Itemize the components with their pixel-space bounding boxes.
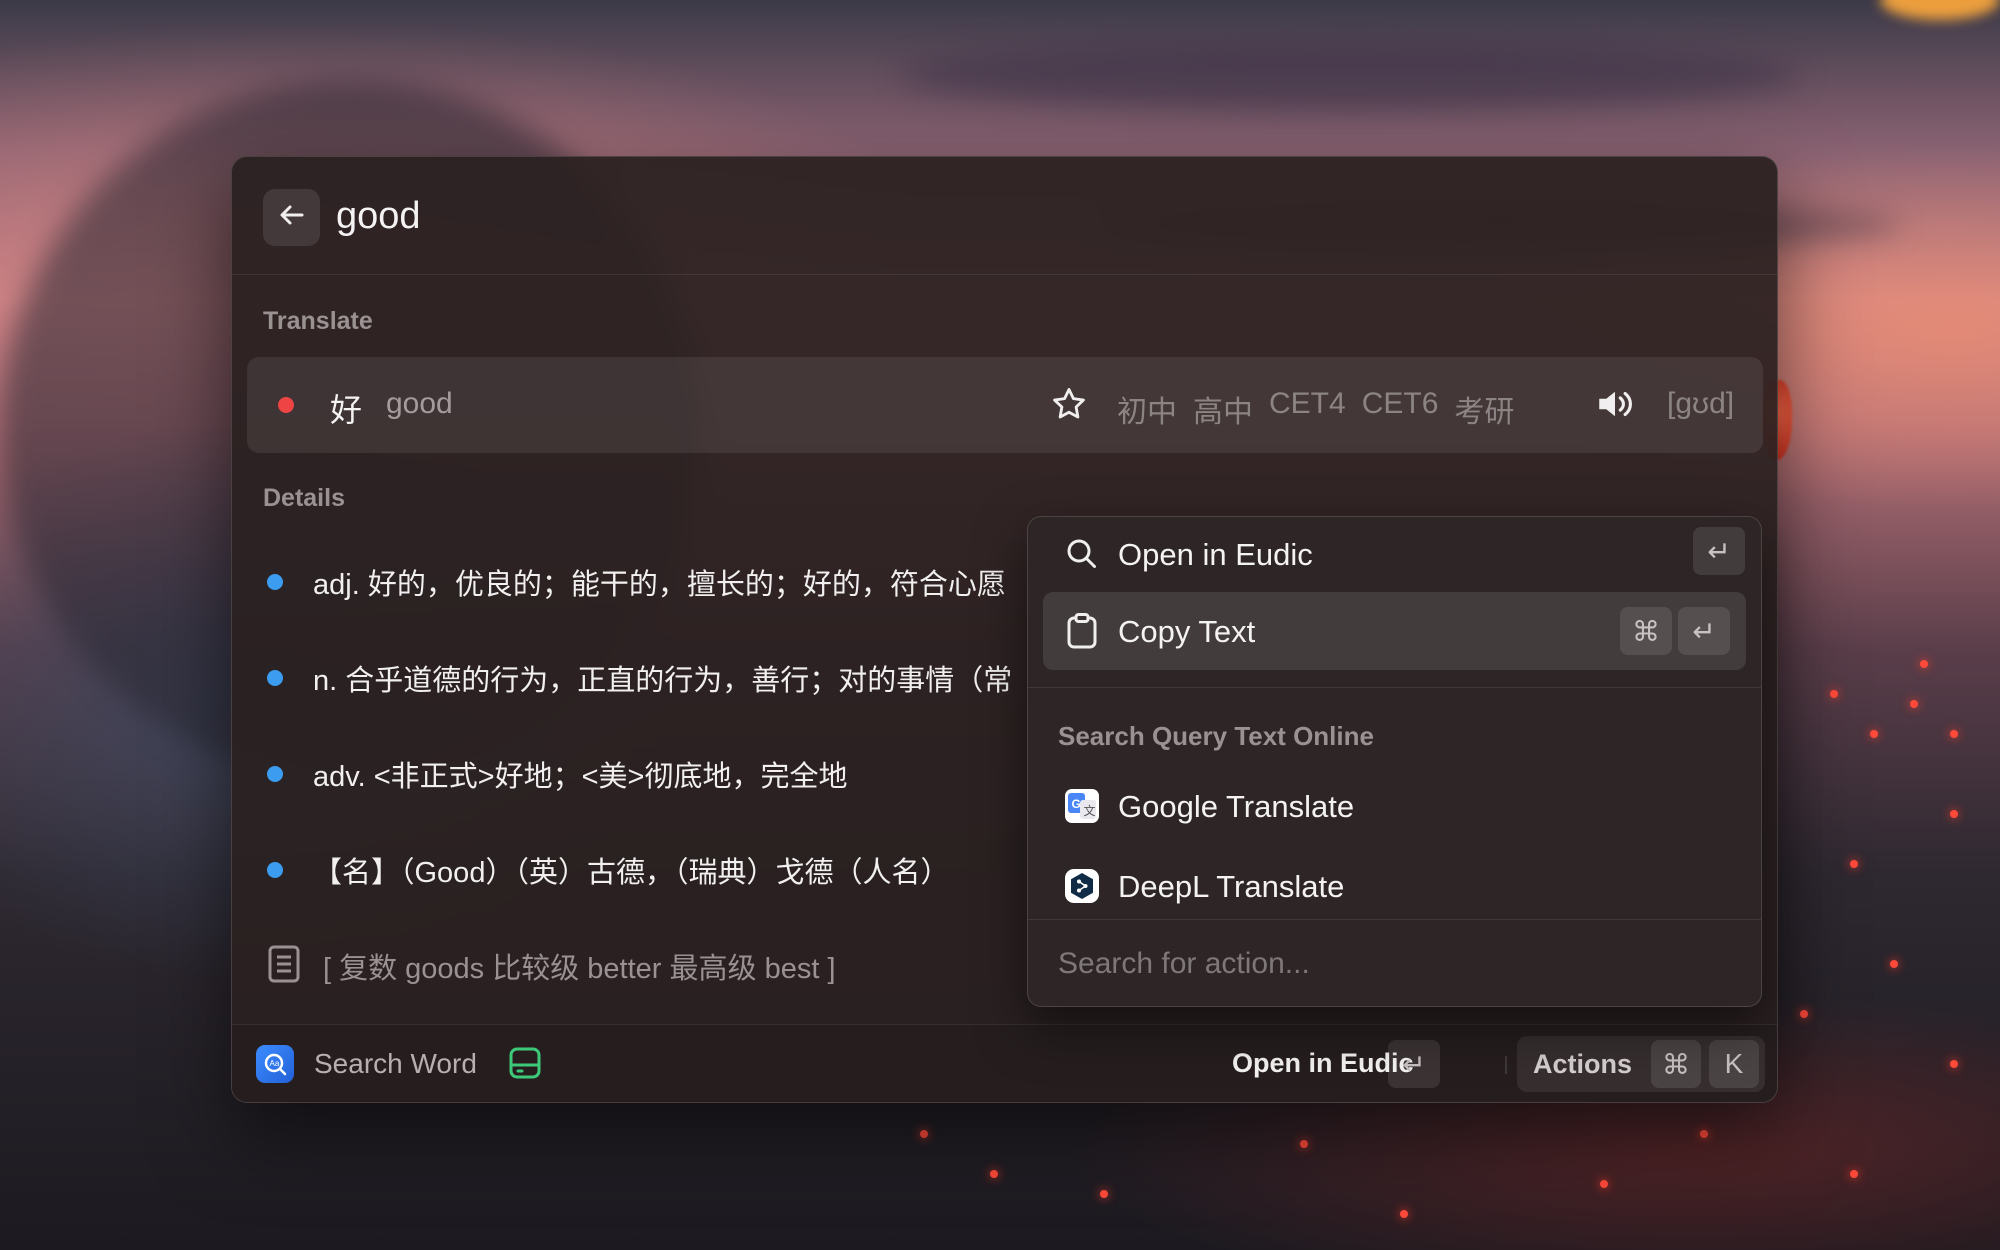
translation-chinese: 好 — [330, 392, 363, 428]
storage-icon — [508, 1045, 542, 1086]
bullet-icon — [267, 670, 283, 686]
background-sun — [1880, 0, 2000, 20]
detail-item[interactable]: adj. 好的，优良的；能干的，擅长的；好的，符合心愿 — [263, 557, 1063, 607]
background-lantern — [1890, 960, 1898, 968]
eudic-app-icon: Aa — [256, 1045, 294, 1083]
bullet-icon — [267, 862, 283, 878]
actions-button[interactable]: Actions ⌘ K — [1517, 1036, 1765, 1092]
bullet-icon — [267, 574, 283, 590]
background-lantern — [1950, 810, 1958, 818]
translation-row[interactable]: 好 good 初中 高中 CET4 CET6 考研 [ɡʊd] — [247, 357, 1763, 453]
divider — [1028, 919, 1761, 920]
tag: 高中 — [1193, 396, 1253, 429]
action-search-input[interactable]: Search for action... — [1058, 947, 1310, 981]
action-label: Google Translate — [1118, 789, 1355, 824]
translation-english: good — [386, 387, 453, 420]
background-lantern — [1830, 690, 1838, 698]
divider — [1028, 687, 1761, 688]
background-lantern — [1700, 1130, 1708, 1138]
background-cloud — [900, 40, 1800, 110]
action-label: DeepL Translate — [1118, 869, 1345, 904]
detail-text: adv. <非正式>好地；<美>彻底地，完全地 — [313, 761, 848, 793]
cmd-key: ⌘ — [1620, 607, 1672, 655]
background-lantern — [1600, 1180, 1608, 1188]
svg-text:Aa: Aa — [270, 1059, 280, 1068]
search-header: good — [232, 157, 1777, 275]
phonetic: [ɡʊd] — [1667, 387, 1735, 420]
k-key: K — [1709, 1040, 1759, 1088]
star-icon[interactable] — [1050, 385, 1088, 428]
detail-text: n. 合乎道德的行为，正直的行为，善行；对的事情（常 — [313, 665, 1013, 697]
enter-key: ↵ — [1678, 607, 1730, 655]
svg-text:G: G — [1072, 797, 1081, 811]
action-deepl-translate[interactable]: DeepL Translate — [1043, 847, 1746, 925]
word-forms[interactable]: [ 复数 goods 比较级 better 最高级 best ] — [267, 941, 836, 991]
clipboard-icon — [1063, 612, 1101, 650]
action-bar: Aa Search Word Open in Eudic ↵ Actions ⌘… — [232, 1024, 1777, 1102]
background-lantern — [920, 1130, 928, 1138]
back-button[interactable] — [263, 189, 320, 246]
search-icon — [1063, 535, 1101, 573]
background-lantern — [1400, 1210, 1408, 1218]
action-open-in-eudic[interactable]: Open in Eudic ↵ — [1043, 517, 1746, 593]
background-lantern — [1950, 730, 1958, 738]
primary-action-label[interactable]: Open in Eudic — [1232, 1048, 1414, 1079]
detail-item[interactable]: adv. <非正式>好地；<美>彻底地，完全地 — [263, 749, 1063, 799]
detail-text: 【名】（Good）（英）古德，（瑞典）戈德（人名） — [313, 857, 950, 889]
background-lantern — [1800, 1010, 1808, 1018]
exam-tags: 初中 高中 CET4 CET6 考研 — [1117, 387, 1514, 431]
background-lantern — [1950, 1060, 1958, 1068]
deepl-icon — [1063, 867, 1101, 905]
tag: CET6 — [1361, 387, 1439, 420]
speaker-icon[interactable] — [1594, 383, 1636, 430]
action-label: Open in Eudic — [1118, 537, 1313, 572]
word-forms-text: [ 复数 goods 比较级 better 最高级 best ] — [323, 953, 836, 985]
search-query[interactable]: good — [336, 195, 421, 238]
tag: 初中 — [1117, 396, 1177, 429]
background-lantern — [1910, 700, 1918, 708]
background-lantern — [1870, 730, 1878, 738]
action-google-translate[interactable]: G文 Google Translate — [1043, 767, 1746, 845]
background-lantern — [1300, 1140, 1308, 1148]
background-lantern — [1920, 660, 1928, 668]
tag: 考研 — [1454, 396, 1515, 429]
document-icon — [267, 944, 301, 989]
enter-key: ↵ — [1693, 527, 1745, 575]
bullet-icon — [267, 766, 283, 782]
enter-key[interactable]: ↵ — [1388, 1040, 1440, 1088]
divider — [1505, 1056, 1507, 1074]
actions-label: Actions — [1533, 1049, 1633, 1079]
command-title: Search Word — [314, 1048, 477, 1079]
detail-item[interactable]: 【名】（Good）（英）古德，（瑞典）戈德（人名） — [263, 845, 1063, 895]
detail-item[interactable]: n. 合乎道德的行为，正直的行为，善行；对的事情（常 — [263, 653, 1063, 703]
tag: CET4 — [1269, 387, 1346, 420]
background-lantern — [1850, 1170, 1858, 1178]
svg-text:文: 文 — [1084, 803, 1096, 818]
action-label: Copy Text — [1118, 614, 1256, 649]
section-title-translate: Translate — [263, 307, 373, 335]
status-dot — [278, 397, 294, 413]
cmd-key: ⌘ — [1651, 1040, 1701, 1088]
actions-popup: Open in Eudic ↵ Copy Text ⌘ ↵ Search Que… — [1027, 516, 1762, 1007]
background-lantern — [1100, 1190, 1108, 1198]
background-lantern — [990, 1170, 998, 1178]
detail-text: adj. 好的，优良的；能干的，擅长的；好的，符合心愿 — [313, 569, 1006, 601]
arrow-left-icon — [277, 200, 307, 235]
google-translate-icon: G文 — [1063, 787, 1101, 825]
section-title-details: Details — [263, 484, 345, 512]
section-title-online: Search Query Text Online — [1058, 721, 1374, 751]
background-lantern — [1850, 860, 1858, 868]
action-copy-text[interactable]: Copy Text ⌘ ↵ — [1043, 592, 1746, 670]
